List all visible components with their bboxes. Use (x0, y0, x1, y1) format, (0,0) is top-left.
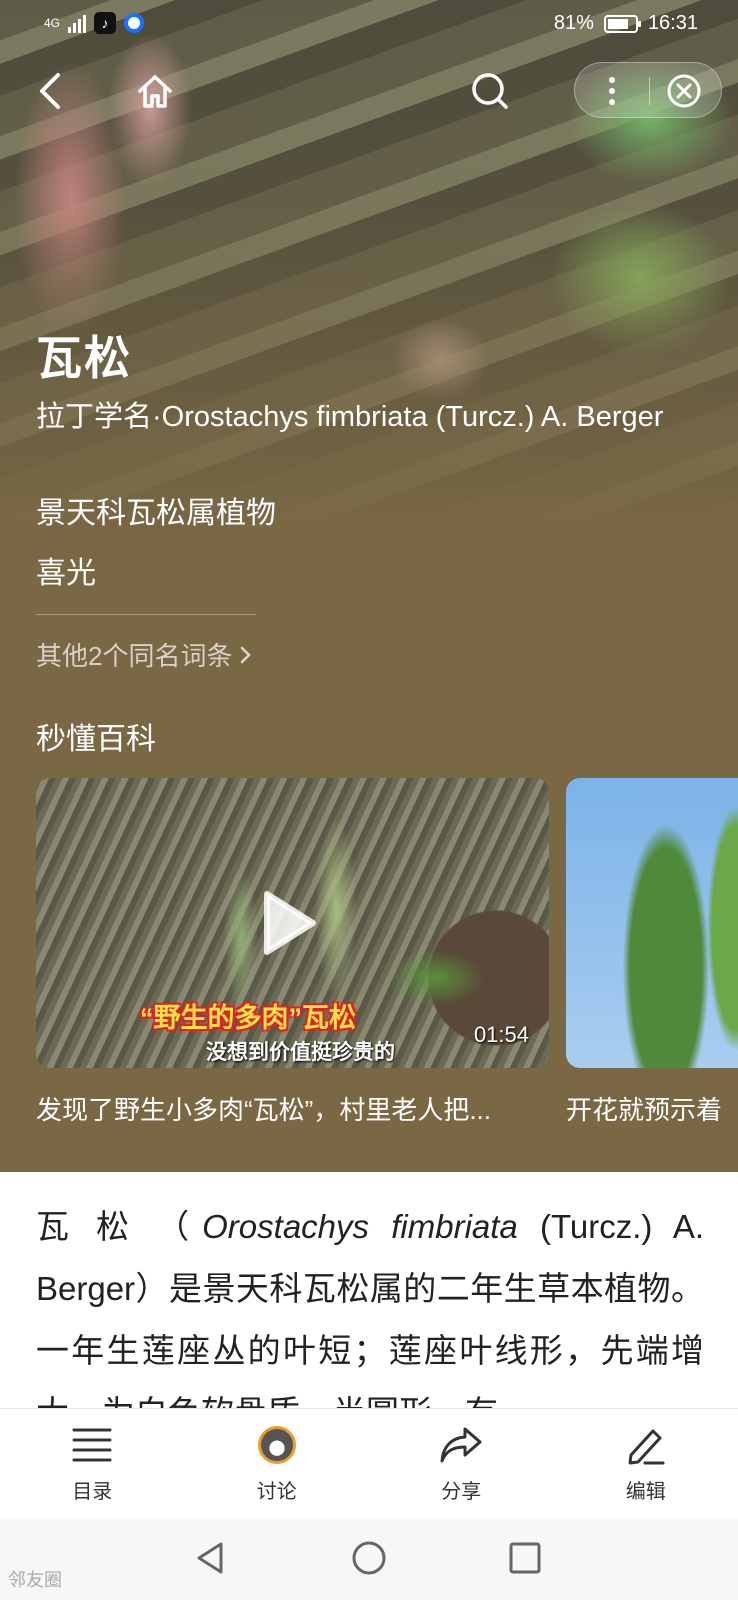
habit-line: 喜光 (36, 557, 96, 590)
home-icon (138, 75, 172, 108)
battery-icon (603, 14, 641, 33)
other-entries-label: 其他2个同名词条 (36, 641, 233, 671)
system-recents-button[interactable] (505, 1538, 545, 1578)
network-label: 4G (44, 16, 61, 30)
more-vertical-icon (609, 77, 615, 105)
discuss-button[interactable]: 讨论 (185, 1409, 370, 1518)
app-notification-icon (124, 13, 145, 33)
status-left: 4G ♪ (44, 12, 145, 34)
share-label: 分享 (441, 1481, 482, 1503)
intro-latin: Orostachys fimbriata (202, 1208, 518, 1245)
square-recents-icon (509, 1542, 541, 1574)
capsule-divider (649, 77, 650, 105)
back-button[interactable] (26, 66, 76, 116)
baike-entry-page: 4G ♪ 81% 16:31 瓦松 拉丁学名·Orostachys fimbri… (0, 0, 738, 1600)
search-icon (472, 73, 508, 109)
intro-paragraph: 瓦松（Orostachys fimbriata (Turcz.) A. Berg… (36, 1196, 704, 1412)
video-card[interactable]: “野生的多肉”瓦松 没想到价值挺珍贵的 01:54 (36, 778, 549, 1068)
watermark: 邻友圈 (8, 1570, 62, 1590)
divider (36, 614, 256, 615)
entry-title: 瓦松 (36, 332, 132, 384)
chevron-left-icon (40, 73, 60, 109)
edit-icon (624, 1423, 668, 1467)
home-button[interactable] (130, 66, 180, 116)
intro-name: 瓦松 (36, 1208, 157, 1245)
play-icon (264, 891, 316, 955)
intro-text: ）是景天科瓦松属的二年生草本植物。一年生莲座丛的叶短；莲座叶线形，先端增大，为白… (36, 1270, 704, 1412)
edit-label: 编辑 (625, 1481, 666, 1503)
share-button[interactable]: 分享 (369, 1409, 554, 1518)
system-back-button[interactable] (190, 1538, 230, 1578)
close-circle-icon (667, 74, 701, 108)
intro-open-paren: （ (156, 1208, 203, 1245)
system-nav-bar (0, 1518, 738, 1600)
avatar (257, 1426, 296, 1464)
search-button[interactable] (465, 66, 515, 116)
edit-button[interactable]: 编辑 (554, 1409, 738, 1518)
battery-percent: 81% (553, 12, 594, 34)
tiktok-notification-icon: ♪ (94, 12, 117, 34)
status-bar: 4G ♪ 81% 16:31 (0, 0, 738, 50)
catalog-button[interactable]: 目录 (0, 1409, 185, 1518)
miniapp-capsule (574, 62, 722, 118)
catalog-label: 目录 (72, 1481, 113, 1503)
video-caption-main: “野生的多肉”瓦松 (140, 1003, 356, 1033)
circle-home-icon (352, 1541, 386, 1575)
section-title: 秒懂百科 (36, 723, 156, 756)
share-icon (439, 1423, 483, 1467)
discuss-label: 讨论 (256, 1481, 297, 1503)
video-title[interactable]: 开花就预示着 (566, 1090, 738, 1127)
video-title[interactable]: 发现了野生小多肉“瓦松”，村里老人把... (36, 1090, 536, 1127)
close-button[interactable] (659, 66, 709, 116)
chevron-right-icon (241, 646, 252, 663)
bottom-toolbar: 目录 讨论 分享 编辑 (0, 1408, 738, 1518)
latin-label: 拉丁学名· (36, 401, 162, 433)
list-icon (70, 1423, 114, 1467)
signal-icon (68, 13, 87, 33)
latin-name-line: 拉丁学名·Orostachys fimbriata (Turcz.) A. Be… (36, 400, 706, 434)
other-entries-link[interactable]: 其他2个同名词条 (36, 636, 252, 673)
video-card[interactable] (566, 778, 738, 1068)
intro-section: 瓦松（Orostachys fimbriata (Turcz.) A. Berg… (0, 1172, 738, 1412)
triangle-back-icon (197, 1542, 223, 1574)
video-caption-sub: 没想到价值挺珍贵的 (206, 1041, 395, 1064)
status-right: 81% 16:31 (554, 12, 698, 35)
clock: 16:31 (647, 12, 698, 34)
battery-fill (607, 18, 629, 29)
video-duration: 01:54 (473, 1022, 529, 1047)
family-line: 景天科瓦松属植物 (36, 497, 276, 530)
play-button[interactable] (254, 888, 324, 958)
system-home-button[interactable] (349, 1538, 389, 1578)
avatar-icon (255, 1423, 299, 1467)
latin-name: Orostachys fimbriata (Turcz.) A. Berger (161, 401, 664, 433)
more-button[interactable] (587, 66, 637, 116)
